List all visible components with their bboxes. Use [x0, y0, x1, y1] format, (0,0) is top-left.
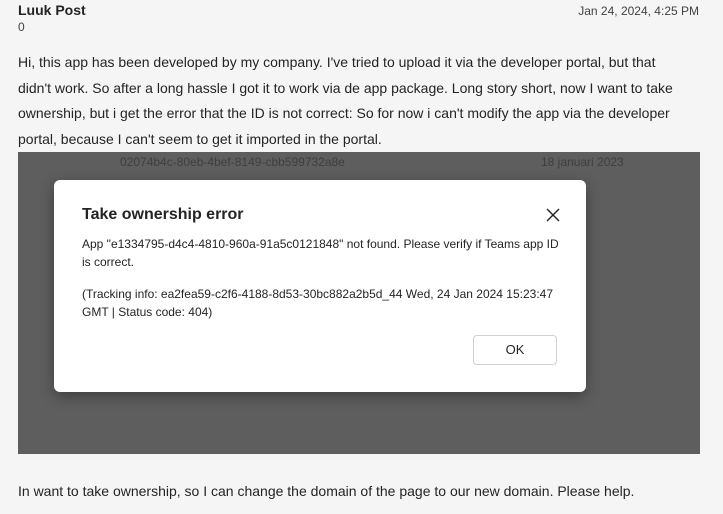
kudos-count: 0 [18, 20, 25, 34]
close-icon[interactable] [544, 206, 562, 224]
post-header: Luuk Post 0 Jan 24, 2024, 4:25 PM [18, 2, 705, 36]
post-body-text: Hi, this app has been developed by my co… [18, 54, 673, 147]
post-date: Jan 24, 2024, 4:25 PM [578, 4, 699, 18]
dialog-tracking-info: (Tracking info: ea2fea59-c2f6-4188-8d53-… [82, 287, 554, 319]
ok-button[interactable]: OK [473, 335, 557, 365]
dialog-error-message: App "e1334795-d4c4-4810-960a-91a5c012184… [82, 237, 559, 269]
post-footer-text: In want to take ownership, so I can chan… [18, 483, 635, 499]
background-app-id: 02074b4c-80eb-4bef-8149-cbb599732a8e [120, 155, 345, 169]
dialog-title: Take ownership error [82, 206, 244, 223]
error-dialog: Take ownership error App "e1334795-d4c4-… [54, 180, 586, 392]
post-author[interactable]: Luuk Post [18, 2, 86, 18]
embedded-screenshot: 02074b4c-80eb-4bef-8149-cbb599732a8e 18 … [18, 152, 700, 454]
background-date: 18 januari 2023 [541, 155, 624, 169]
